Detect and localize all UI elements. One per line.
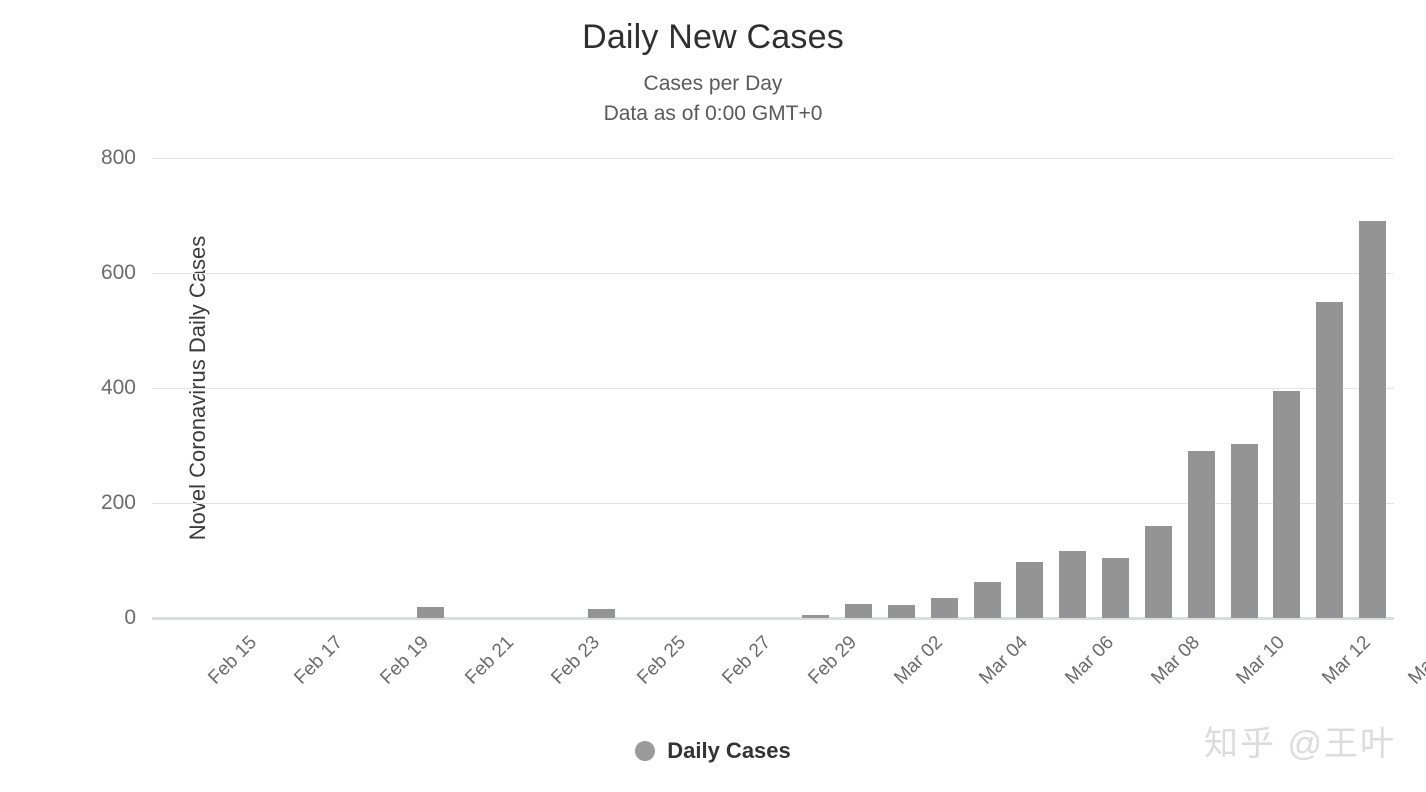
x-axis-tick-label: Mar 08 [1147, 632, 1204, 689]
bar[interactable] [1188, 451, 1215, 618]
watermark: 知乎 @王叶 [1204, 716, 1396, 765]
bar[interactable] [1316, 302, 1343, 618]
y-axis-tick-label: 600 [16, 261, 136, 285]
x-axis-tick-label: Mar 12 [1318, 632, 1375, 689]
bar[interactable] [1231, 444, 1258, 618]
chart-subtitle: Cases per Day Data as of 0:00 GMT+0 [0, 69, 1426, 129]
chart-subtitle-line-1: Cases per Day [0, 69, 1426, 99]
legend-item-label: Daily Cases [667, 738, 791, 764]
bar[interactable] [1016, 562, 1043, 618]
x-axis-tick-label: Feb 17 [290, 632, 347, 689]
x-axis-tick-label: Feb 15 [205, 632, 262, 689]
bar[interactable] [1102, 558, 1129, 618]
bar[interactable] [1059, 551, 1086, 618]
x-axis-tick-label: Mar 14 [1404, 632, 1426, 689]
x-axis-tick-label: Feb 21 [462, 632, 519, 689]
bar[interactable] [1359, 221, 1386, 618]
bar[interactable] [802, 615, 829, 618]
x-axis-tick-label: Feb 27 [719, 632, 776, 689]
y-axis-tick-label: 400 [16, 376, 136, 400]
bar[interactable] [888, 605, 915, 618]
y-axis-tick-label: 200 [16, 491, 136, 515]
x-axis-tick-label: Feb 29 [804, 632, 861, 689]
x-axis-tick-label: Feb 25 [633, 632, 690, 689]
bar[interactable] [1273, 391, 1300, 618]
bar-series [152, 158, 1394, 618]
chart-title-block: Daily New Cases Cases per Day Data as of… [0, 18, 1426, 129]
bar[interactable] [845, 604, 872, 618]
bar[interactable] [1145, 526, 1172, 618]
x-axis-tick-label: Mar 10 [1233, 632, 1290, 689]
daily-new-cases-chart: Daily New Cases Cases per Day Data as of… [0, 0, 1426, 792]
plot-area: Novel Coronavirus Daily Cases 0200400600… [152, 158, 1394, 618]
y-axis-tick-label: 0 [16, 606, 136, 630]
x-axis-tick-label: Mar 04 [976, 632, 1033, 689]
bar[interactable] [588, 609, 615, 618]
page-title: Daily New Cases [0, 18, 1426, 57]
legend-circle-icon [635, 741, 655, 761]
chart-subtitle-line-2: Data as of 0:00 GMT+0 [0, 99, 1426, 129]
bar[interactable] [974, 582, 1001, 618]
x-axis-tick-label: Feb 19 [376, 632, 433, 689]
bar[interactable] [931, 598, 958, 618]
x-axis-tick-label: Mar 02 [890, 632, 947, 689]
y-axis-tick-label: 800 [16, 146, 136, 170]
x-axis-tick-label: Feb 23 [547, 632, 604, 689]
bar[interactable] [417, 607, 444, 619]
x-axis-tick-label: Mar 06 [1061, 632, 1118, 689]
